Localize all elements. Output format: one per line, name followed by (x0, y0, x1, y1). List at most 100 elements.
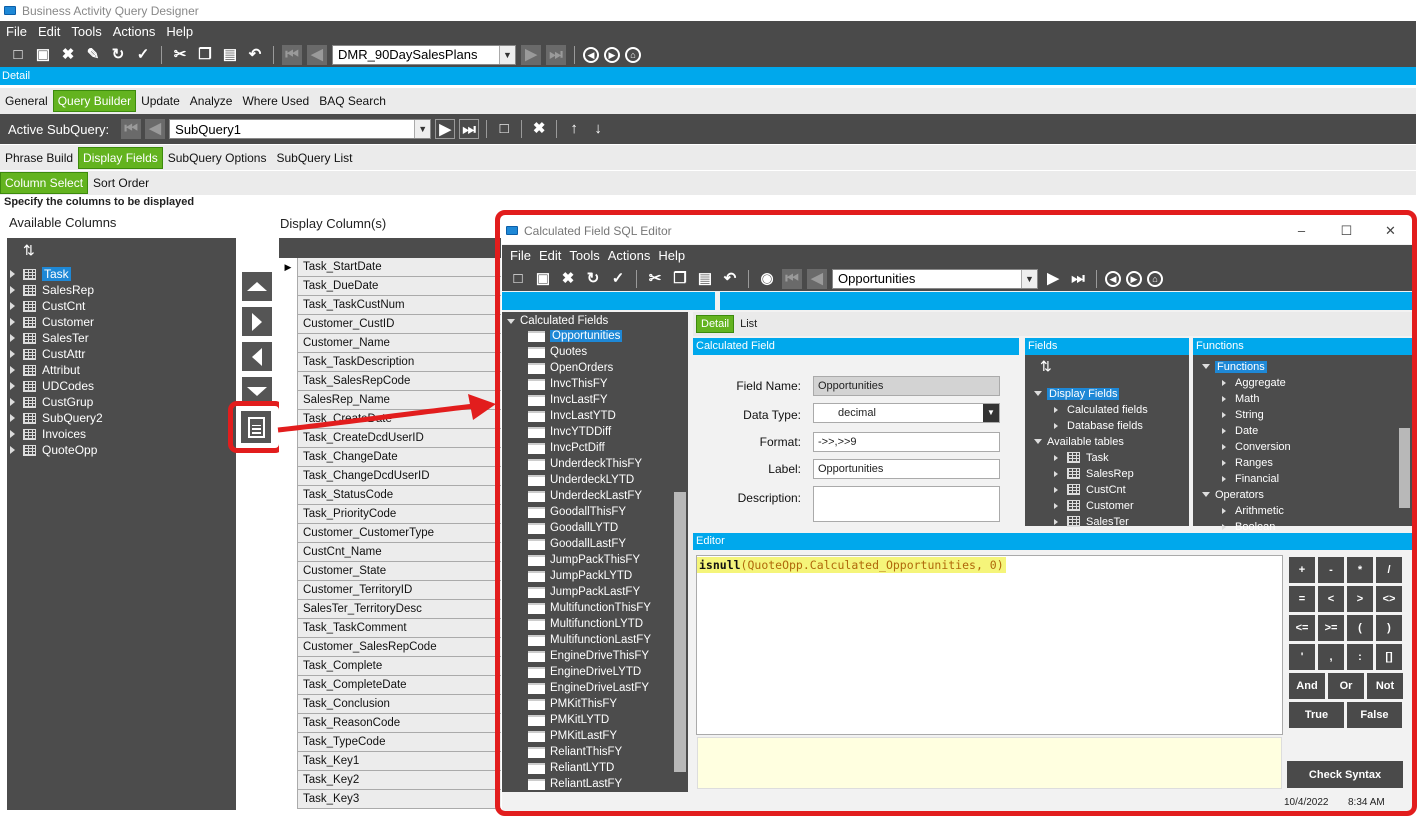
table-row[interactable]: Task_Key2 (279, 770, 501, 790)
move-column-up-button[interactable] (242, 272, 272, 301)
menu-edit[interactable]: Edit (32, 24, 65, 39)
menu-file[interactable]: File (0, 24, 32, 39)
first-subquery-icon[interactable]: ⏮ (121, 119, 142, 139)
available-column-item[interactable]: CustCnt (10, 298, 85, 314)
query-id-combo[interactable]: DMR_90DaySalesPlans ▼ (332, 44, 516, 65)
prev-subquery-icon[interactable]: ◀ (145, 119, 166, 139)
back-icon[interactable]: ◀ (583, 46, 599, 63)
tab-analyze[interactable]: Analyze (185, 94, 238, 108)
expand-icon[interactable] (10, 366, 15, 374)
next-subquery-icon[interactable]: ▶ (435, 119, 456, 139)
move-down-icon[interactable]: ↓ (588, 119, 608, 139)
last-subquery-icon[interactable]: ⏭ (459, 119, 480, 139)
available-column-item[interactable]: QuoteOpp (10, 442, 97, 458)
cut-icon[interactable]: ✂ (170, 45, 190, 65)
table-row[interactable]: Task_ChangeDcdUserID (279, 466, 501, 486)
table-row[interactable]: Task_ChangeDate (279, 447, 501, 467)
expand-icon[interactable] (10, 286, 15, 294)
available-column-item[interactable]: Customer (10, 314, 94, 330)
undo-icon[interactable]: ↶ (245, 45, 265, 65)
last-record-icon[interactable]: ⏭ (546, 44, 566, 65)
move-up-icon[interactable]: ↑ (564, 119, 584, 139)
table-row[interactable]: ▶ Task_StartDate (279, 257, 501, 277)
table-row[interactable]: Customer_SalesRepCode (279, 637, 501, 657)
available-column-item[interactable]: CustAttr (10, 346, 85, 362)
tab-general[interactable]: General (0, 94, 53, 108)
tab-query-builder[interactable]: Query Builder (52, 90, 137, 112)
expand-icon[interactable] (10, 382, 15, 390)
menu-help[interactable]: Help (160, 24, 198, 39)
table-row[interactable]: Task_TaskCustNum (279, 295, 501, 315)
available-column-item[interactable]: Attribut (10, 362, 80, 378)
prev-record-icon[interactable]: ◀ (307, 44, 327, 65)
new-icon[interactable]: □ (8, 45, 28, 65)
available-column-item[interactable]: UDCodes (10, 378, 94, 394)
table-row[interactable]: Customer_CustomerType (279, 523, 501, 543)
first-record-icon[interactable]: ⏮ (282, 44, 302, 65)
tab-column-select[interactable]: Column Select (0, 172, 89, 194)
tab-phrase-build[interactable]: Phrase Build (0, 151, 78, 165)
table-row[interactable]: Task_Complete (279, 656, 501, 676)
tab-sort-order[interactable]: Sort Order (88, 176, 154, 190)
copy-icon[interactable]: ❐ (195, 45, 215, 65)
table-row[interactable]: Task_SalesRepCode (279, 371, 501, 391)
new-subquery-icon[interactable]: □ (494, 119, 514, 139)
table-row[interactable]: Task_Key3 (279, 789, 501, 809)
refresh-icon[interactable]: ↻ (108, 45, 128, 65)
table-row[interactable]: Task_DueDate (279, 276, 501, 296)
available-column-item[interactable]: SalesRep (10, 282, 94, 298)
table-row[interactable]: Task_CompleteDate (279, 675, 501, 695)
available-column-item[interactable]: SalesTer (10, 330, 89, 346)
available-column-item[interactable]: Invoices (10, 426, 86, 442)
remove-column-button[interactable] (242, 342, 272, 371)
calculated-field-button[interactable] (241, 411, 271, 443)
tab-baq-search[interactable]: BAQ Search (314, 94, 391, 108)
expand-icon[interactable] (10, 446, 15, 454)
tab-update[interactable]: Update (136, 94, 185, 108)
expand-icon[interactable] (10, 398, 15, 406)
table-row[interactable]: Task_Conclusion (279, 694, 501, 714)
expand-icon[interactable] (10, 430, 15, 438)
add-column-button[interactable] (242, 307, 272, 336)
tab-subquery-list[interactable]: SubQuery List (271, 151, 357, 165)
delete-subquery-icon[interactable]: ✖ (529, 119, 549, 139)
expand-icon[interactable] (10, 318, 15, 326)
table-row[interactable]: Task_TaskComment (279, 618, 501, 638)
home-icon[interactable]: ⌂ (625, 46, 641, 63)
available-column-item[interactable]: Task (10, 266, 71, 282)
table-row[interactable]: CustCnt_Name (279, 542, 501, 562)
table-row[interactable]: Customer_CustID (279, 314, 501, 334)
next-record-icon[interactable]: ▶ (521, 44, 541, 65)
expand-icon[interactable] (10, 350, 15, 358)
menu-actions[interactable]: Actions (107, 24, 161, 39)
tab-display-fields[interactable]: Display Fields (78, 146, 163, 169)
table-row[interactable]: Task_PriorityCode (279, 504, 501, 524)
table-row[interactable]: Task_ReasonCode (279, 713, 501, 733)
table-row[interactable]: Task_Key1 (279, 751, 501, 771)
expand-icon[interactable] (10, 414, 15, 422)
tab-where-used[interactable]: Where Used (237, 94, 314, 108)
table-row[interactable]: Customer_State (279, 561, 501, 581)
expand-icon[interactable] (10, 302, 15, 310)
delete-icon[interactable]: ✖ (58, 45, 78, 65)
sort-az-icon[interactable]: ⇅ (7, 238, 236, 265)
table-row[interactable]: Task_TypeCode (279, 732, 501, 752)
chevron-down-icon[interactable]: ▼ (414, 120, 431, 138)
save-icon[interactable]: ▣ (33, 45, 53, 65)
chevron-down-icon[interactable]: ▼ (499, 45, 515, 64)
expand-icon[interactable] (10, 270, 15, 278)
table-row[interactable]: Customer_TerritoryID (279, 580, 501, 600)
expand-icon[interactable] (10, 334, 15, 342)
clear-icon[interactable]: ✎ (83, 45, 103, 65)
paste-icon[interactable]: ▤ (220, 45, 240, 65)
table-row[interactable]: Customer_Name (279, 333, 501, 353)
table-row[interactable]: SalesTer_TerritoryDesc (279, 599, 501, 619)
table-row[interactable]: Task_TaskDescription (279, 352, 501, 372)
subquery-combo[interactable]: SubQuery1 ▼ (169, 119, 432, 139)
available-column-item[interactable]: SubQuery2 (10, 410, 103, 426)
tab-subquery-options[interactable]: SubQuery Options (163, 151, 272, 165)
brush-icon[interactable]: ✓ (133, 45, 153, 65)
forward-icon[interactable]: ▶ (604, 46, 620, 63)
menu-tools[interactable]: Tools (65, 24, 106, 39)
table-row[interactable]: Task_StatusCode (279, 485, 501, 505)
